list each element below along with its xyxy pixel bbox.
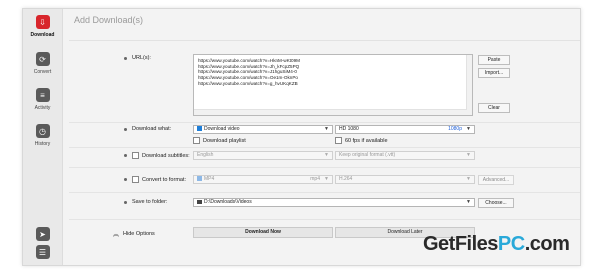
activity-icon: ≡: [35, 88, 50, 102]
url-vertical-scrollbar[interactable]: [466, 55, 472, 115]
subtitle-language-value: English: [197, 152, 214, 158]
playlist-checkbox-row[interactable]: Download playlist: [193, 137, 246, 144]
convert-row: Convert to format:: [124, 176, 186, 183]
sidebar-label: Activity: [34, 105, 51, 111]
save-folder-label: Save to folder:: [132, 199, 168, 205]
sidebar-item-history[interactable]: ◷ History: [23, 124, 62, 147]
folder-icon: [197, 199, 202, 204]
subtitle-language-select[interactable]: English ▼: [193, 151, 333, 160]
menu-button[interactable]: ☰: [23, 245, 62, 259]
playlist-label: Download playlist: [203, 137, 246, 144]
menu-icon: ☰: [35, 245, 50, 259]
codec-select[interactable]: H.264 ▼: [335, 175, 475, 184]
sidebar: ⇩ Download ⟳ Convert ≡ Activity ◷ Histor…: [23, 9, 63, 265]
watermark-domain: .com: [524, 233, 570, 255]
fps-checkbox[interactable]: [335, 137, 342, 144]
convert-checkbox[interactable]: [132, 176, 139, 183]
url-label-row: URL(s):: [124, 55, 151, 61]
download-what-row: Download what:: [124, 126, 171, 132]
chevron-down-icon: ▼: [466, 152, 471, 158]
subtitle-format-value: Keep original format (.vtt): [339, 152, 396, 158]
chevron-down-icon: ▼: [466, 199, 471, 205]
url-line: https://www.youtube.com/watch?v=g_hvUKqK…: [198, 80, 298, 86]
download-what-select[interactable]: Download video ▼: [193, 125, 333, 134]
bullet-icon: [124, 200, 127, 204]
subtitles-row: Download subtitles:: [124, 152, 190, 159]
url-textarea[interactable]: https://www.youtube.com/watch?v=HknM-wKt…: [193, 54, 473, 116]
send-icon: ➤: [35, 227, 50, 241]
divider: [69, 192, 580, 193]
quality-value: HD 1080: [339, 126, 359, 132]
hide-options-label: Hide Options: [123, 230, 155, 237]
chevron-up-icon: ︽: [113, 232, 120, 238]
url-horizontal-scrollbar[interactable]: [194, 109, 467, 115]
subtitles-label: Download subtitles:: [142, 152, 190, 159]
download-now-button[interactable]: Download Now: [193, 227, 333, 238]
download-what-value: Download video: [204, 126, 240, 132]
url-label: URL(s):: [132, 55, 151, 61]
divider: [69, 167, 580, 168]
chevron-down-icon: ▼: [324, 152, 329, 158]
download-what-label: Download what:: [132, 126, 172, 132]
import-button[interactable]: Import...: [478, 68, 510, 78]
convert-format-value: MP4: [204, 176, 215, 182]
clear-button[interactable]: Clear: [478, 103, 510, 113]
convert-format-ext: mp4: [310, 176, 320, 182]
sidebar-item-download[interactable]: ⇩ Download: [23, 15, 62, 38]
sidebar-label: Convert: [33, 69, 52, 75]
divider: [69, 122, 580, 123]
convert-format-select[interactable]: MP4 mp4 ▼: [193, 175, 333, 184]
quality-resolution: 1080p: [448, 126, 462, 132]
sidebar-label: History: [34, 141, 51, 147]
sidebar-item-convert[interactable]: ⟳ Convert: [23, 52, 62, 75]
chevron-down-icon: ▼: [324, 126, 329, 132]
choose-button[interactable]: Choose...: [478, 198, 514, 208]
save-folder-select[interactable]: D:\Downloads\Videos ▼: [193, 198, 475, 207]
save-folder-path: D:\Downloads\Videos: [204, 199, 252, 205]
download-icon: ⇩: [35, 15, 50, 29]
bullet-icon: [124, 154, 127, 157]
send-button[interactable]: ➤: [23, 227, 62, 241]
subtitles-checkbox[interactable]: [132, 152, 139, 159]
watermark-logo: GetFilesPC.com: [423, 233, 570, 256]
fps-label: 60 fps if available: [345, 137, 388, 144]
watermark-pc: PC: [497, 233, 525, 255]
sidebar-item-activity[interactable]: ≡ Activity: [23, 88, 62, 111]
bullet-icon: [124, 56, 127, 60]
hide-options-toggle[interactable]: ︽ Hide Options: [113, 229, 155, 239]
convert-label: Convert to format:: [142, 176, 187, 183]
advanced-button[interactable]: Advanced...: [478, 175, 514, 185]
quality-select[interactable]: HD 1080 1080p ▼: [335, 125, 475, 134]
chevron-down-icon: ▼: [466, 126, 471, 132]
watermark-main: GetFiles: [423, 233, 498, 255]
sidebar-label: Download: [30, 32, 55, 38]
url-lines: https://www.youtube.com/watch?v=HknM-wKt…: [194, 55, 472, 90]
playlist-checkbox[interactable]: [193, 137, 200, 144]
divider: [69, 219, 580, 220]
save-folder-row: Save to folder:: [124, 199, 167, 205]
divider: [69, 147, 580, 148]
bullet-icon: [124, 178, 127, 181]
codec-value: H.264: [339, 176, 353, 182]
page-title: Add Download(s): [74, 15, 144, 25]
convert-icon: ⟳: [35, 52, 50, 66]
video-icon: [197, 176, 202, 182]
bullet-icon: [124, 127, 127, 131]
title-divider: [69, 40, 580, 41]
paste-button[interactable]: Paste: [478, 55, 510, 65]
fps-checkbox-row[interactable]: 60 fps if available: [335, 137, 388, 144]
subtitle-format-select[interactable]: Keep original format (.vtt) ▼: [335, 151, 475, 160]
app-window: ⇩ Download ⟳ Convert ≡ Activity ◷ Histor…: [22, 8, 581, 266]
video-icon: [197, 126, 202, 132]
chevron-down-icon: ▼: [324, 176, 329, 182]
chevron-down-icon: ▼: [466, 176, 471, 182]
history-icon: ◷: [35, 124, 50, 138]
